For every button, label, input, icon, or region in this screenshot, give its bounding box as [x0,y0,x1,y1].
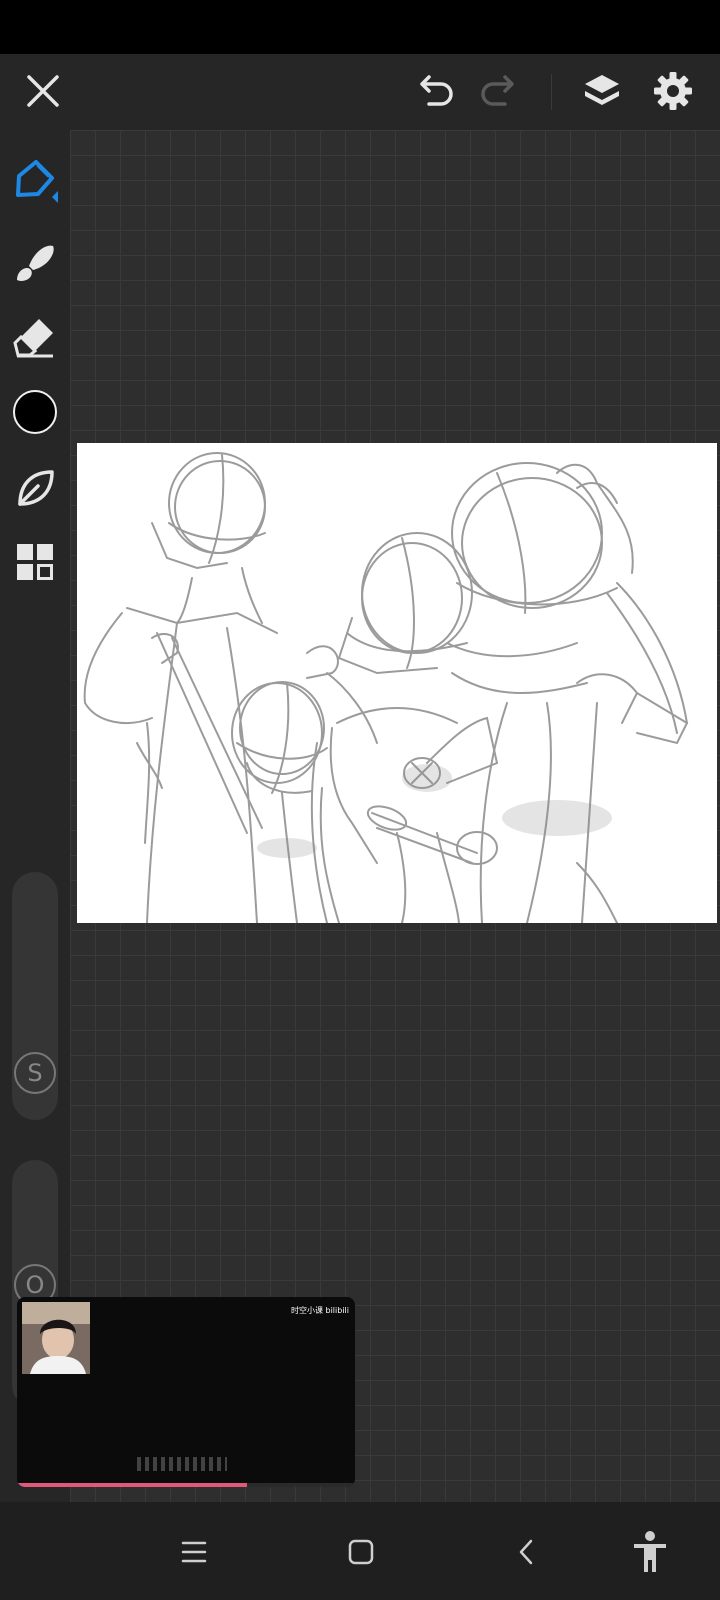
color-swatch-button[interactable] [10,387,60,437]
eraser-icon [13,319,53,358]
undo-button[interactable] [410,66,460,116]
back-button[interactable] [497,1522,557,1582]
pen-tool[interactable] [10,155,60,205]
system-navigation-bar [0,1502,720,1600]
color-swatch [13,390,57,434]
layers-icon [585,75,619,105]
redo-button[interactable] [474,66,524,116]
leaf-icon [18,470,54,506]
accessibility-icon [634,1531,666,1572]
layers-button[interactable] [577,66,627,116]
webcam-thumbnail [22,1302,90,1374]
home-button[interactable] [331,1522,391,1582]
menu-icon [181,1541,207,1563]
smudge-tool[interactable] [10,237,60,287]
pip-progress-fill [17,1483,247,1487]
undo-icon [420,75,453,106]
status-bar [0,0,720,54]
brush-icon [17,245,54,281]
accessibility-button[interactable] [620,1522,680,1582]
pip-video-frame [137,1457,227,1471]
toolbar-divider [551,74,552,110]
gear-icon [654,72,692,110]
gallery-button[interactable] [10,537,60,587]
pip-watermark: 时空小课 bilibili [290,1306,349,1315]
video-pip-window[interactable]: 时空小课 bilibili [17,1297,355,1487]
drawing-canvas[interactable] [77,443,717,923]
close-button[interactable] [18,66,68,116]
pen-icon [16,160,58,203]
brush-size-slider[interactable]: S [12,872,58,1120]
grid-icon [17,544,53,580]
home-icon [348,1539,374,1565]
close-icon [27,75,59,107]
pip-progress-bar[interactable] [17,1483,355,1487]
back-icon [519,1539,533,1565]
settings-button[interactable] [648,66,698,116]
eraser-tool[interactable] [10,312,60,362]
redo-icon [481,75,514,106]
top-toolbar [0,54,720,130]
brush-library-button[interactable] [10,462,60,512]
recents-button[interactable] [164,1522,224,1582]
size-label: S [14,1052,56,1094]
sketch-drawing [83,452,689,923]
